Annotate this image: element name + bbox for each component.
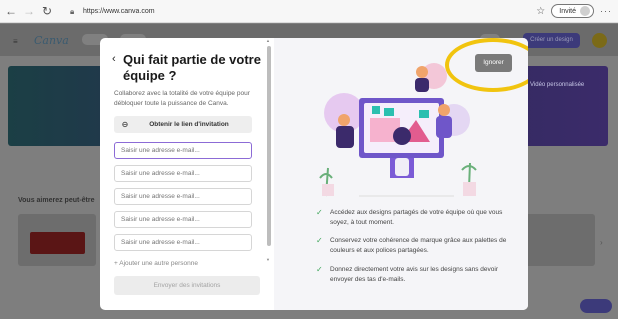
profile-button[interactable]: Invité <box>551 4 594 18</box>
scroll-up-arrow[interactable]: ▲ <box>266 38 270 43</box>
chevron-right-icon: › <box>600 238 603 247</box>
benefit-text: Conservez votre cohérence de marque grâc… <box>330 237 507 254</box>
forward-arrow-icon[interactable]: → <box>22 4 36 18</box>
template-card <box>525 214 595 266</box>
email-field-3[interactable] <box>114 188 252 205</box>
address-bar[interactable]: 🔒︎ https://www.canva.com <box>70 4 540 19</box>
refresh-icon[interactable]: ↻ <box>40 4 54 18</box>
invite-link-label: Obtenir le lien d'invitation <box>149 121 229 128</box>
benefit-item-2: ✓ Conservez votre cohérence de marque gr… <box>316 236 516 256</box>
benefit-item-3: ✓ Donnez directement votre avis sur les … <box>316 265 516 285</box>
banner-text: Vidéo personnalisée <box>530 82 585 88</box>
check-icon: ✓ <box>316 208 323 217</box>
scrollbar-thumb[interactable] <box>267 46 271 246</box>
back-arrow-icon[interactable]: ← <box>4 4 18 18</box>
get-invite-link-button[interactable]: ⊖ Obtenir le lien d'invitation <box>114 116 252 133</box>
send-invitations-button[interactable]: Envoyer des invitations <box>114 276 260 295</box>
browser-toolbar: ← → ↻ 🔒︎ https://www.canva.com ☆ Invité … <box>0 0 618 23</box>
scroll-down-arrow[interactable]: ▼ <box>266 257 270 262</box>
user-avatar <box>592 33 607 48</box>
url-text: https://www.canva.com <box>83 8 155 15</box>
profile-avatar <box>580 6 590 16</box>
profile-label: Invité <box>559 7 576 15</box>
modal-subtitle: Collaborez avec la totalité de votre équ… <box>114 90 250 107</box>
template-thumbnail <box>30 232 85 254</box>
more-menu-icon[interactable]: ··· <box>600 6 612 16</box>
email-field-1[interactable] <box>114 142 252 159</box>
email-field-5[interactable] <box>114 234 252 251</box>
benefit-item-1: ✓ Accédez aux designs partagés de votre … <box>316 208 516 228</box>
lock-icon: 🔒︎ <box>70 7 75 16</box>
invite-panel: ‹ Qui fait partie de votre équipe ? Coll… <box>100 38 274 310</box>
create-design-button: Créer un design <box>523 33 580 48</box>
benefit-text: Accédez aux designs partagés de votre éq… <box>330 209 503 226</box>
modal-title: Qui fait partie de votre équipe ? <box>123 52 261 83</box>
link-icon: ⊖ <box>121 120 129 129</box>
ignore-button[interactable]: Ignorer <box>475 54 512 72</box>
email-field-4[interactable] <box>114 211 252 228</box>
section-title: Vous aimerez peut-être <box>18 197 95 204</box>
canva-logo: Canva <box>34 34 69 47</box>
add-person-link[interactable]: + Ajouter une autre personne <box>114 260 198 267</box>
favorites-icon[interactable]: ☆ <box>536 6 545 17</box>
benefits-panel: Ignorer ✓ Accédez aux designs partagés d… <box>274 38 528 310</box>
help-button <box>580 299 612 313</box>
check-icon: ✓ <box>316 236 323 245</box>
check-icon: ✓ <box>316 265 323 274</box>
email-field-2[interactable] <box>114 165 252 182</box>
benefit-text: Donnez directement votre avis sur les de… <box>330 266 498 283</box>
menu-icon: ≡ <box>13 37 18 46</box>
team-invite-modal: ‹ Qui fait partie de votre équipe ? Coll… <box>100 38 528 310</box>
chevron-left-icon[interactable]: ‹ <box>112 53 116 65</box>
